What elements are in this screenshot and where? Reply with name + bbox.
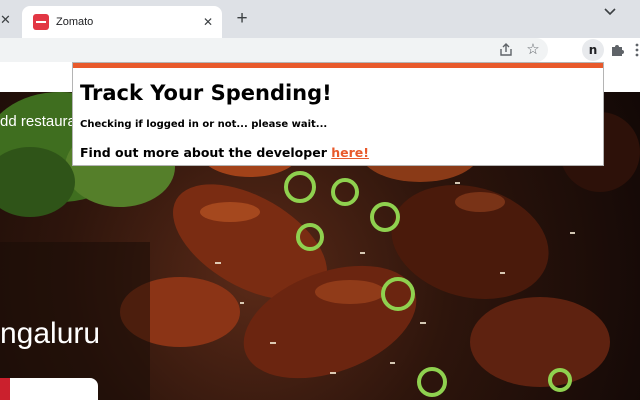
developer-info: Find out more about the developer here! <box>80 145 369 160</box>
login-status-text: Checking if logged in or not... please w… <box>80 119 328 130</box>
tab-search-chevron-icon[interactable] <box>602 4 618 20</box>
extension-logo-icon: n <box>588 43 598 57</box>
new-tab-button[interactable]: + <box>232 9 252 29</box>
developer-link[interactable]: here! <box>331 145 369 160</box>
developer-prefix-text: Find out more about the developer <box>80 145 332 160</box>
address-bar[interactable] <box>0 38 548 62</box>
kebab-menu-icon[interactable] <box>634 42 640 58</box>
extension-popup: Track Your Spending! Checking if logged … <box>72 62 604 166</box>
popup-accent-bar <box>73 63 603 68</box>
tab-close-icon[interactable]: ✕ <box>200 14 216 30</box>
previous-tab-close-icon[interactable]: ✕ <box>0 12 16 28</box>
hero-nav-link[interactable]: dd restaura <box>0 113 76 130</box>
hero-location-bar[interactable] <box>0 378 10 400</box>
tab-title: Zomato <box>56 16 94 28</box>
hero-search-box[interactable] <box>0 378 98 400</box>
extension-button[interactable]: n <box>582 39 604 61</box>
star-icon[interactable]: ☆ <box>524 41 542 59</box>
zomato-favicon-icon <box>33 14 49 30</box>
puzzle-icon[interactable] <box>610 42 626 58</box>
popup-title: Track Your Spending! <box>80 81 332 105</box>
share-icon[interactable] <box>498 42 514 58</box>
hero-city-heading: ngaluru <box>0 317 101 350</box>
tab-zomato[interactable]: Zomato ✕ <box>22 6 222 38</box>
